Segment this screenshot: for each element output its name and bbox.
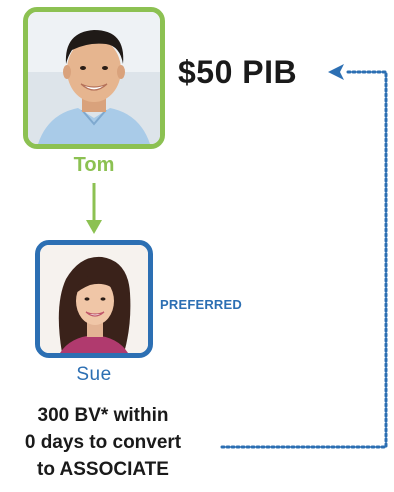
condition-line-2: 0 days to convert [24, 432, 182, 453]
condition-line-1: 300 BV* within [37, 405, 169, 426]
pib-reward-label: $50 PIB [178, 54, 298, 90]
sponsor-arrow-head [86, 220, 102, 234]
bonus-arrow-head [328, 64, 344, 80]
condition-note: 300 BV* within 0 days to convert to ASSO… [0, 402, 218, 483]
sue-avatar-image [40, 245, 148, 353]
tom-avatar-image [28, 12, 160, 144]
tom-name-label: Tom [73, 154, 115, 176]
sue-name-label: Sue [76, 364, 112, 385]
bonus-dotted-path [220, 70, 388, 449]
tom-photo [23, 7, 165, 149]
sue-photo [35, 240, 153, 358]
condition-line-3: to ASSOCIATE [37, 459, 169, 480]
sue-status-label: PREFERRED [160, 297, 242, 312]
